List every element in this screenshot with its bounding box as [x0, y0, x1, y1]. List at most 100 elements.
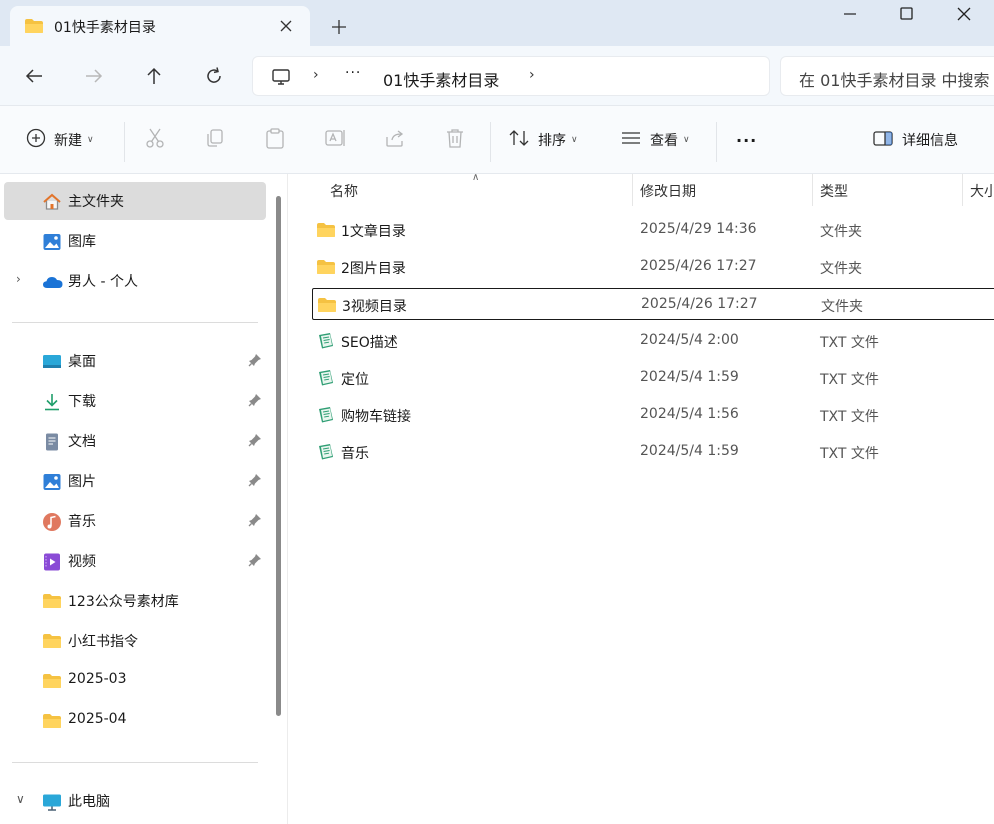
download-icon	[42, 392, 62, 412]
details-pane-button[interactable]: 详细信息	[872, 128, 958, 152]
cut-button[interactable]	[144, 128, 166, 152]
sidebar-item-downloads[interactable]: 下载	[0, 382, 266, 420]
computer-icon[interactable]	[271, 68, 291, 90]
plus-circle-icon	[26, 128, 46, 152]
file-name: SEO描述	[341, 335, 398, 351]
share-button[interactable]	[384, 128, 406, 152]
search-input[interactable]: 在 01快手素材目录 中搜索	[780, 56, 994, 96]
music-icon	[42, 512, 62, 532]
chevron-down-icon[interactable]: ∨	[16, 792, 25, 806]
document-icon	[42, 432, 62, 452]
table-row[interactable]: 购物车链接 2024/5/4 1:56 TXT 文件	[312, 399, 994, 431]
tab-current[interactable]: 01快手素材目录	[10, 6, 310, 46]
sidebar-item-label: 图片	[68, 474, 96, 490]
up-arrow-icon[interactable]	[142, 64, 166, 88]
sidebar-item-label: 音乐	[68, 514, 96, 530]
sidebar-item-folder[interactable]: 2025-03	[0, 662, 266, 700]
forward-arrow-icon[interactable]	[82, 64, 106, 88]
file-date: 2024/5/4 1:59	[640, 369, 739, 385]
rename-button[interactable]	[324, 128, 346, 152]
column-header-date[interactable]: 修改日期	[640, 174, 696, 206]
sort-arrows-icon	[508, 127, 530, 153]
table-row-selected[interactable]: 3视频目录 2025/4/26 17:27 文件夹	[312, 288, 994, 320]
file-name: 定位	[341, 372, 369, 388]
copy-button[interactable]	[204, 128, 226, 152]
divider	[124, 122, 125, 162]
maximize-icon[interactable]	[890, 4, 922, 24]
sidebar-item-folder[interactable]: 小红书指令	[0, 622, 266, 660]
minimize-icon[interactable]	[834, 4, 866, 24]
home-icon	[42, 192, 62, 212]
sidebar-item-onedrive[interactable]: › 男人 - 个人	[0, 262, 266, 300]
sidebar-item-this-pc[interactable]: ∨ 此电脑	[0, 782, 266, 820]
refresh-icon[interactable]	[202, 64, 226, 88]
chevron-right-icon[interactable]: ›	[313, 67, 319, 83]
chevron-down-icon: ∨	[87, 135, 94, 145]
breadcrumb-overflow[interactable]: ···	[345, 65, 361, 81]
sidebar-item-folder[interactable]: 2025-04	[0, 702, 266, 740]
sort-ascending-icon: ∧	[472, 172, 480, 183]
table-row[interactable]: 音乐 2024/5/4 1:59 TXT 文件	[312, 436, 994, 468]
more-options-button[interactable]: ···	[736, 128, 757, 152]
chevron-right-icon[interactable]: ›	[529, 67, 535, 83]
table-row[interactable]: SEO描述 2024/5/4 2:00 TXT 文件	[312, 325, 994, 357]
video-icon	[42, 552, 62, 572]
column-divider[interactable]	[812, 174, 813, 206]
sidebar-item-music[interactable]: 音乐	[0, 502, 266, 540]
view-button[interactable]: 查看 ∨	[620, 128, 690, 152]
chevron-down-icon: ∨	[683, 135, 690, 145]
cloud-icon	[42, 272, 63, 292]
column-header-type[interactable]: 类型	[820, 174, 848, 206]
close-window-icon[interactable]	[948, 4, 980, 24]
close-tab-icon[interactable]	[276, 16, 296, 36]
folder-icon	[316, 221, 336, 243]
sidebar-item-folder[interactable]: 123公众号素材库	[0, 582, 266, 620]
sidebar-scrollbar-thumb[interactable]	[276, 196, 281, 716]
text-file-icon	[316, 443, 336, 465]
sidebar-item-pictures[interactable]: 图片	[0, 462, 266, 500]
column-header-name[interactable]: 名称	[330, 174, 358, 206]
table-row[interactable]: 定位 2024/5/4 1:59 TXT 文件	[312, 362, 994, 394]
command-bar: 新建 ∨ 排序 ∨ 查看 ∨ ··· 详细信息	[0, 106, 994, 174]
column-header-size[interactable]: 大小	[970, 174, 994, 206]
table-row[interactable]: 1文章目录 2025/4/29 14:36 文件夹	[312, 214, 994, 246]
sidebar-item-gallery[interactable]: 图库	[0, 222, 266, 260]
sidebar-item-videos[interactable]: 视频	[0, 542, 266, 580]
pin-icon[interactable]	[248, 353, 262, 371]
divider	[490, 122, 491, 162]
sidebar-item-home[interactable]: 主文件夹	[4, 182, 266, 220]
paste-button[interactable]	[264, 128, 286, 152]
delete-button[interactable]	[444, 128, 466, 152]
sidebar-item-label: 此电脑	[68, 794, 110, 810]
pin-icon[interactable]	[248, 473, 262, 491]
pin-icon[interactable]	[248, 553, 262, 571]
title-bar: 01快手素材目录	[0, 0, 994, 46]
sidebar-item-desktop[interactable]: 桌面	[0, 342, 266, 380]
column-divider[interactable]	[962, 174, 963, 206]
file-date: 2025/4/26 17:27	[641, 296, 758, 312]
breadcrumb-current-folder[interactable]: 01快手素材目录	[383, 67, 499, 91]
scissors-icon	[144, 127, 166, 153]
add-tab-icon[interactable]	[328, 16, 350, 38]
breadcrumb[interactable]: › ··· 01快手素材目录 ›	[252, 56, 770, 96]
folder-icon	[317, 296, 337, 318]
file-type: TXT 文件	[820, 372, 879, 388]
file-date: 2025/4/26 17:27	[640, 258, 757, 274]
back-arrow-icon[interactable]	[22, 64, 46, 88]
divider	[12, 322, 258, 323]
pin-icon[interactable]	[248, 513, 262, 531]
sort-button[interactable]: 排序 ∨	[508, 128, 578, 152]
table-row[interactable]: 2图片目录 2025/4/26 17:27 文件夹	[312, 251, 994, 283]
pin-icon[interactable]	[248, 393, 262, 411]
pin-icon[interactable]	[248, 433, 262, 451]
sidebar-item-label: 2025-03	[68, 671, 127, 687]
sidebar-item-label: 文档	[68, 434, 96, 450]
rename-icon	[324, 127, 346, 153]
sidebar-item-documents[interactable]: 文档	[0, 422, 266, 460]
sidebar-item-label: 男人 - 个人	[68, 274, 138, 290]
column-divider[interactable]	[632, 174, 633, 206]
chevron-right-icon[interactable]: ›	[16, 272, 21, 286]
sidebar-item-label: 下载	[68, 394, 96, 410]
new-button[interactable]: 新建 ∨	[26, 128, 94, 152]
copy-icon	[204, 127, 226, 153]
